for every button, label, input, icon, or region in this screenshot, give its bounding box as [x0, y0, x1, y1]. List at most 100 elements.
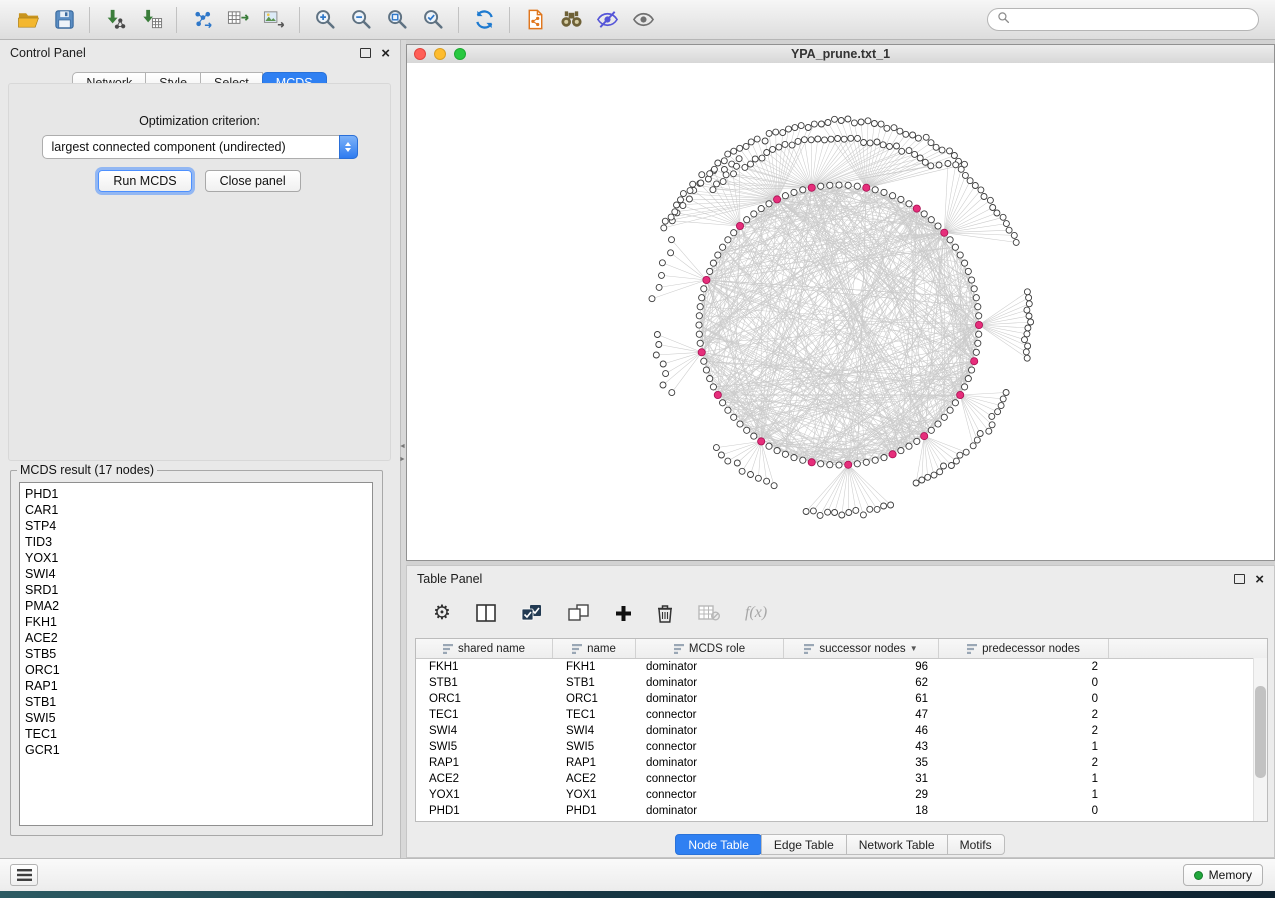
- cell: connector: [636, 773, 784, 785]
- cell: 0: [939, 805, 1109, 817]
- table-row-swi4[interactable]: SWI4SWI4dominator462: [416, 723, 1267, 739]
- search-icon: [997, 11, 1010, 29]
- import-table-icon[interactable]: [133, 5, 169, 35]
- table-row-swi5[interactable]: SWI5SWI5connector431: [416, 739, 1267, 755]
- cell: STB1: [553, 677, 636, 689]
- mcds-node-yox1[interactable]: YOX1: [25, 550, 372, 566]
- close-table-panel-icon[interactable]: ×: [1255, 572, 1264, 587]
- hide-details-icon[interactable]: [589, 5, 625, 35]
- mcds-node-fkh1[interactable]: FKH1: [25, 614, 372, 630]
- share-document-icon[interactable]: [517, 5, 553, 35]
- criterion-value: largest connected component (undirected): [52, 140, 286, 154]
- mcds-node-tec1[interactable]: TEC1: [25, 726, 372, 742]
- column-header-mcds-role[interactable]: MCDS role: [636, 639, 784, 658]
- import-network-icon[interactable]: [97, 5, 133, 35]
- cell: SWI5: [553, 741, 636, 753]
- cell: FKH1: [416, 661, 553, 673]
- table-row-yox1[interactable]: YOX1YOX1connector291: [416, 787, 1267, 803]
- cell: ORC1: [553, 693, 636, 705]
- table-row-ace2[interactable]: ACE2ACE2connector311: [416, 771, 1267, 787]
- float-table-panel-icon[interactable]: [1234, 574, 1245, 584]
- criterion-dropdown[interactable]: largest connected component (undirected): [42, 135, 358, 159]
- mcds-node-stb1[interactable]: STB1: [25, 694, 372, 710]
- network-titlebar[interactable]: YPA_prune.txt_1: [407, 45, 1274, 64]
- zoom-in-icon[interactable]: [307, 5, 343, 35]
- table-scrollbar[interactable]: [1253, 658, 1267, 821]
- mcds-node-phd1[interactable]: PHD1: [25, 486, 372, 502]
- table-row-rap1[interactable]: RAP1RAP1dominator352: [416, 755, 1267, 771]
- column-header-predecessor-nodes[interactable]: predecessor nodes: [939, 639, 1109, 658]
- close-panel-button[interactable]: Close panel: [205, 170, 301, 192]
- table-row-stb1[interactable]: STB1STB1dominator620: [416, 675, 1267, 691]
- node-table: shared namenameMCDS rolesuccessor nodes▼…: [415, 638, 1268, 822]
- export-network-icon[interactable]: [184, 5, 220, 35]
- toolbar-separator: [458, 7, 459, 33]
- mcds-node-orc1[interactable]: ORC1: [25, 662, 372, 678]
- zoom-out-icon[interactable]: [343, 5, 379, 35]
- tab-motifs[interactable]: Motifs: [947, 834, 1005, 855]
- tab-node-table[interactable]: Node Table: [675, 834, 762, 855]
- mcds-node-gcr1[interactable]: GCR1: [25, 742, 372, 758]
- delete-row-icon[interactable]: [657, 604, 673, 623]
- mcds-node-swi5[interactable]: SWI5: [25, 710, 372, 726]
- tab-network-table[interactable]: Network Table: [846, 834, 948, 855]
- settings-gear-icon[interactable]: ⚙: [433, 603, 451, 623]
- collapse-left-icon[interactable]: ◄: [399, 443, 406, 450]
- panel-menu-button[interactable]: [10, 864, 38, 886]
- zoom-selected-icon[interactable]: [415, 5, 451, 35]
- scrollbar-thumb[interactable]: [1255, 686, 1266, 778]
- search-box: [987, 8, 1259, 31]
- cell: dominator: [636, 661, 784, 673]
- table-row-orc1[interactable]: ORC1ORC1dominator610: [416, 691, 1267, 707]
- mcds-node-rap1[interactable]: RAP1: [25, 678, 372, 694]
- show-details-icon[interactable]: [625, 5, 661, 35]
- cell: 2: [939, 725, 1109, 737]
- select-all-icon[interactable]: [521, 604, 543, 622]
- cell: 1: [939, 741, 1109, 753]
- minimize-window-icon[interactable]: [434, 48, 446, 60]
- mcds-node-stb5[interactable]: STB5: [25, 646, 372, 662]
- desktop-background: [0, 891, 1275, 898]
- mcds-result-group: MCDS result (17 nodes) PHD1CAR1STP4TID3Y…: [10, 463, 383, 836]
- search-input[interactable]: [1015, 12, 1249, 28]
- tab-edge-table[interactable]: Edge Table: [761, 834, 847, 855]
- table-row-tec1[interactable]: TEC1TEC1connector472: [416, 707, 1267, 723]
- float-panel-icon[interactable]: [360, 48, 371, 58]
- column-header-successor-nodes[interactable]: successor nodes▼: [784, 639, 939, 658]
- column-header-name[interactable]: name: [553, 639, 636, 658]
- cell: 31: [784, 773, 939, 785]
- memory-button[interactable]: Memory: [1183, 864, 1263, 886]
- table-row-fkh1[interactable]: FKH1FKH1dominator962: [416, 659, 1267, 675]
- close-panel-icon[interactable]: ×: [381, 46, 390, 61]
- run-mcds-button[interactable]: Run MCDS: [98, 170, 191, 192]
- mcds-node-car1[interactable]: CAR1: [25, 502, 372, 518]
- mcds-node-swi4[interactable]: SWI4: [25, 566, 372, 582]
- mcds-node-srd1[interactable]: SRD1: [25, 582, 372, 598]
- export-table-icon[interactable]: [220, 5, 256, 35]
- column-header-shared-name[interactable]: shared name: [416, 639, 553, 658]
- apply-layout-icon[interactable]: [466, 5, 502, 35]
- export-image-icon[interactable]: [256, 5, 292, 35]
- mcds-node-tid3[interactable]: TID3: [25, 534, 372, 550]
- toolbar-separator: [299, 7, 300, 33]
- table-row-phd1[interactable]: PHD1PHD1dominator180: [416, 803, 1267, 819]
- cell: RAP1: [416, 757, 553, 769]
- deselect-all-icon[interactable]: [568, 604, 590, 622]
- mcds-result-list[interactable]: PHD1CAR1STP4TID3YOX1SWI4SRD1PMA2FKH1ACE2…: [19, 482, 373, 826]
- mcds-node-stp4[interactable]: STP4: [25, 518, 372, 534]
- open-folder-icon[interactable]: [10, 5, 46, 35]
- add-row-icon[interactable]: [615, 605, 632, 622]
- cell: 1: [939, 773, 1109, 785]
- network-view[interactable]: [407, 63, 1274, 560]
- mcds-node-pma2[interactable]: PMA2: [25, 598, 372, 614]
- zoom-window-icon[interactable]: [454, 48, 466, 60]
- show-columns-icon[interactable]: [476, 604, 496, 622]
- save-session-icon[interactable]: [46, 5, 82, 35]
- expand-right-icon[interactable]: ►: [399, 456, 406, 463]
- zoom-fit-icon[interactable]: [379, 5, 415, 35]
- close-window-icon[interactable]: [414, 48, 426, 60]
- toolbar-separator: [89, 7, 90, 33]
- find-binoculars-icon[interactable]: [553, 5, 589, 35]
- mcds-node-ace2[interactable]: ACE2: [25, 630, 372, 646]
- cell: 2: [939, 661, 1109, 673]
